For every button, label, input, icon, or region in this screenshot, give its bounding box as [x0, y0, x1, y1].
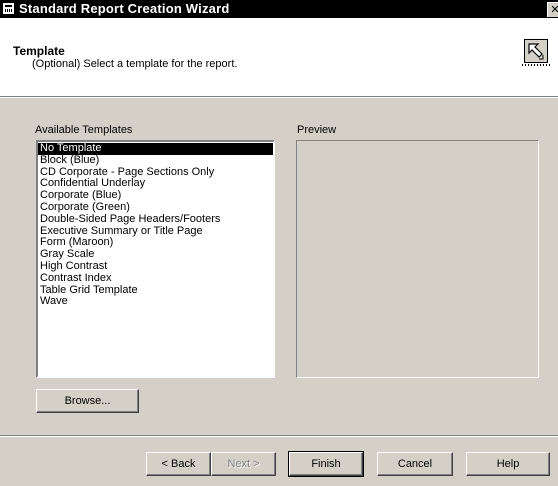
finish-button[interactable]: Finish: [288, 451, 364, 477]
available-templates-label: Available Templates: [35, 124, 133, 136]
preview-pane: [296, 140, 539, 378]
footer-divider: [0, 435, 558, 437]
template-item[interactable]: High Contrast: [38, 260, 273, 273]
wizard-arrow-icon: [522, 39, 552, 66]
back-button[interactable]: < Back: [146, 452, 211, 476]
title-bar: Standard Report Creation Wizard ✕: [0, 0, 558, 18]
templates-list: No Template Block (Blue) CD Corporate - Pa…: [38, 142, 273, 308]
preview-label: Preview: [297, 124, 337, 136]
templates-listbox[interactable]: No Template Block (Blue) CD Corporate - Pa…: [36, 140, 275, 378]
browse-button[interactable]: Browse...: [36, 389, 139, 413]
wizard-header: Template (Optional) Select a template fo…: [0, 18, 558, 96]
window-title: Standard Report Creation Wizard: [19, 1, 230, 16]
system-menu-icon[interactable]: [3, 3, 14, 14]
page-title: Template: [13, 44, 65, 58]
page-subtitle: (Optional) Select a template for the rep…: [32, 58, 238, 70]
cancel-button[interactable]: Cancel: [377, 452, 453, 476]
template-item[interactable]: Corporate (Green): [38, 201, 273, 214]
next-button: Next >: [211, 452, 276, 476]
template-item[interactable]: Double-Sided Page Headers/Footers: [38, 213, 273, 226]
template-item[interactable]: Wave: [38, 296, 273, 308]
close-button[interactable]: ✕: [547, 2, 558, 17]
template-item[interactable]: Table Grid Template: [38, 284, 273, 297]
header-divider: [0, 96, 558, 98]
wizard-window: Standard Report Creation Wizard ✕ Templa…: [0, 0, 558, 486]
template-item[interactable]: Block (Blue): [38, 154, 273, 167]
help-button[interactable]: Help: [466, 452, 550, 476]
template-item[interactable]: Contrast Index: [38, 272, 273, 285]
